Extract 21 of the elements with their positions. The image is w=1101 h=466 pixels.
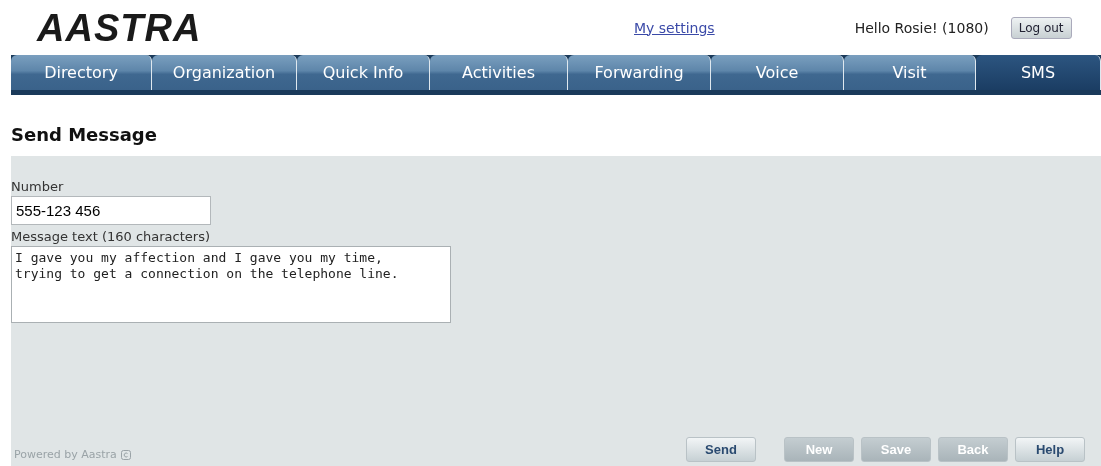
copyright-icon bbox=[120, 450, 131, 460]
nav-tab[interactable]: Forwarding bbox=[568, 55, 711, 90]
nav-tab[interactable]: Directory bbox=[11, 55, 152, 90]
number-field[interactable]: 555-123 456 bbox=[11, 196, 211, 225]
page-title: Send Message bbox=[10, 123, 158, 147]
message-field[interactable]: I gave you my affection and I gave you my time, trying to get a connection on the telephone line. bbox=[11, 246, 451, 323]
nav-tab[interactable]: Activities bbox=[430, 55, 568, 90]
settings-link[interactable]: My settings bbox=[634, 19, 715, 36]
greeting: Hello Rosie! (1080) bbox=[854, 19, 989, 36]
action-button[interactable]: Send bbox=[686, 437, 756, 462]
nav-tab[interactable]: Visit bbox=[844, 55, 976, 90]
nav-tab[interactable]: SMS bbox=[976, 55, 1101, 90]
powered-by-text: Powered by Aastra bbox=[14, 448, 117, 461]
nav-tab[interactable]: Voice bbox=[711, 55, 844, 90]
logout-button[interactable]: Log out bbox=[1010, 16, 1072, 39]
message-label: Message text (160 characters) bbox=[11, 228, 211, 246]
logo: AASTRA bbox=[37, 8, 203, 47]
nav-tab[interactable]: Organization bbox=[152, 55, 297, 90]
nav-tab[interactable]: Quick Info bbox=[297, 55, 430, 90]
number-label: Number bbox=[11, 178, 65, 196]
action-button[interactable]: Help bbox=[1015, 437, 1085, 462]
